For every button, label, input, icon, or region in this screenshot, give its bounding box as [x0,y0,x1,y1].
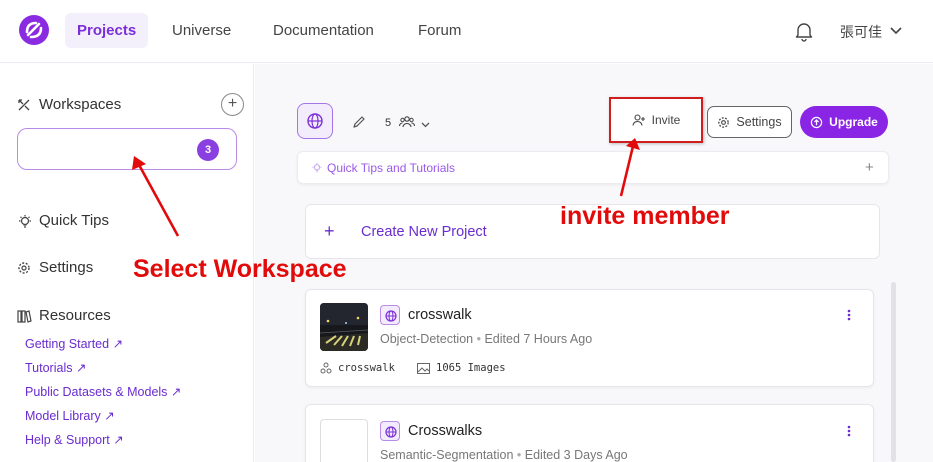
gear-icon [718,116,730,128]
external-link-icon: ↗ [113,433,124,447]
quick-tips-link[interactable]: Quick Tips and Tutorials [311,161,455,175]
invite-button[interactable]: Invite [616,104,696,136]
project-image-count: 1065 Images [417,362,506,374]
books-icon [17,309,32,323]
lightbulb-icon [17,214,31,228]
resource-link-model-library[interactable]: Model Library ↗ [25,408,115,423]
gear-icon [17,261,31,275]
workspaces-header: Workspaces [17,96,121,113]
invite-label: Invite [651,113,681,127]
resource-link-public-datasets[interactable]: Public Datasets & Models ↗ [25,384,181,399]
workspaces-icon [17,98,31,112]
nav-tab-projects[interactable]: Projects [65,13,149,48]
globe-icon [380,421,400,441]
more-options-icon[interactable] [845,308,853,322]
project-meta: Object-Detection • Edited 7 Hours Ago [380,332,593,346]
create-project-label[interactable]: Create New Project [361,224,487,240]
pencil-icon[interactable] [352,115,366,129]
lightbulb-icon [312,162,322,173]
external-link-icon: ↗ [75,361,87,375]
sidebar-item-label: Settings [39,259,94,276]
project-name[interactable]: crosswalk [408,307,472,323]
workspace-count-badge: 3 [197,139,219,161]
project-name[interactable]: Crosswalks [408,423,482,439]
invite-member-annotation: invite member [560,202,730,230]
sidebar-item-settings[interactable]: Settings [17,259,93,276]
plus-icon: + [324,221,335,241]
member-count[interactable]: 5 [385,117,391,129]
external-link-icon: ↗ [104,409,115,423]
add-workspace-button[interactable]: + [221,93,244,116]
project-thumbnail[interactable] [320,303,368,351]
settings-button[interactable]: Settings [707,106,792,138]
resource-link-help-support[interactable]: Help & Support ↗ [25,432,124,447]
members-icon[interactable] [398,115,416,129]
notification-bell-icon[interactable] [793,20,815,42]
more-options-icon[interactable] [845,424,853,438]
resource-link-getting-started[interactable]: Getting Started ↗ [25,336,123,351]
image-icon [417,362,430,374]
nav-tab-documentation[interactable]: Documentation [261,13,386,48]
scrollbar[interactable] [891,282,896,462]
external-link-icon: ↗ [170,385,182,399]
upgrade-button[interactable]: Upgrade [800,106,888,138]
chevron-down-icon[interactable] [420,117,431,128]
select-workspace-annotation: Select Workspace [133,255,347,283]
add-user-icon [632,114,645,126]
nav-tab-universe[interactable]: Universe [160,13,243,48]
workspaces-label: Workspaces [39,96,122,113]
resources-header: Resources [17,307,111,324]
external-link-icon: ↗ [112,337,124,351]
chevron-down-icon[interactable] [888,22,904,38]
project-meta: Semantic-Segmentation • Edited 3 Days Ag… [380,448,628,462]
globe-icon [307,113,323,129]
settings-label: Settings [736,115,782,129]
upgrade-label: Upgrade [829,115,878,129]
expand-tips-button[interactable]: + [865,159,874,176]
nav-tab-forum[interactable]: Forum [406,13,473,48]
sidebar-item-label: Quick Tips [39,212,110,229]
project-thumbnail[interactable] [320,419,368,462]
resources-label: Resources [39,307,111,324]
public-visibility-button[interactable] [297,103,333,139]
resource-link-tutorials[interactable]: Tutorials ↗ [25,360,86,375]
globe-icon [380,305,400,325]
user-name[interactable]: 張可佳 [840,22,882,42]
upgrade-icon [810,116,823,128]
model-icon [320,362,332,374]
quick-tips-label: Quick Tips and Tutorials [327,161,456,175]
sidebar-item-quick-tips[interactable]: Quick Tips [17,212,109,229]
app-logo-icon[interactable] [19,15,49,45]
top-navbar: Projects Universe Documentation Forum 張可… [0,0,933,63]
project-tag: crosswalk [320,362,395,374]
